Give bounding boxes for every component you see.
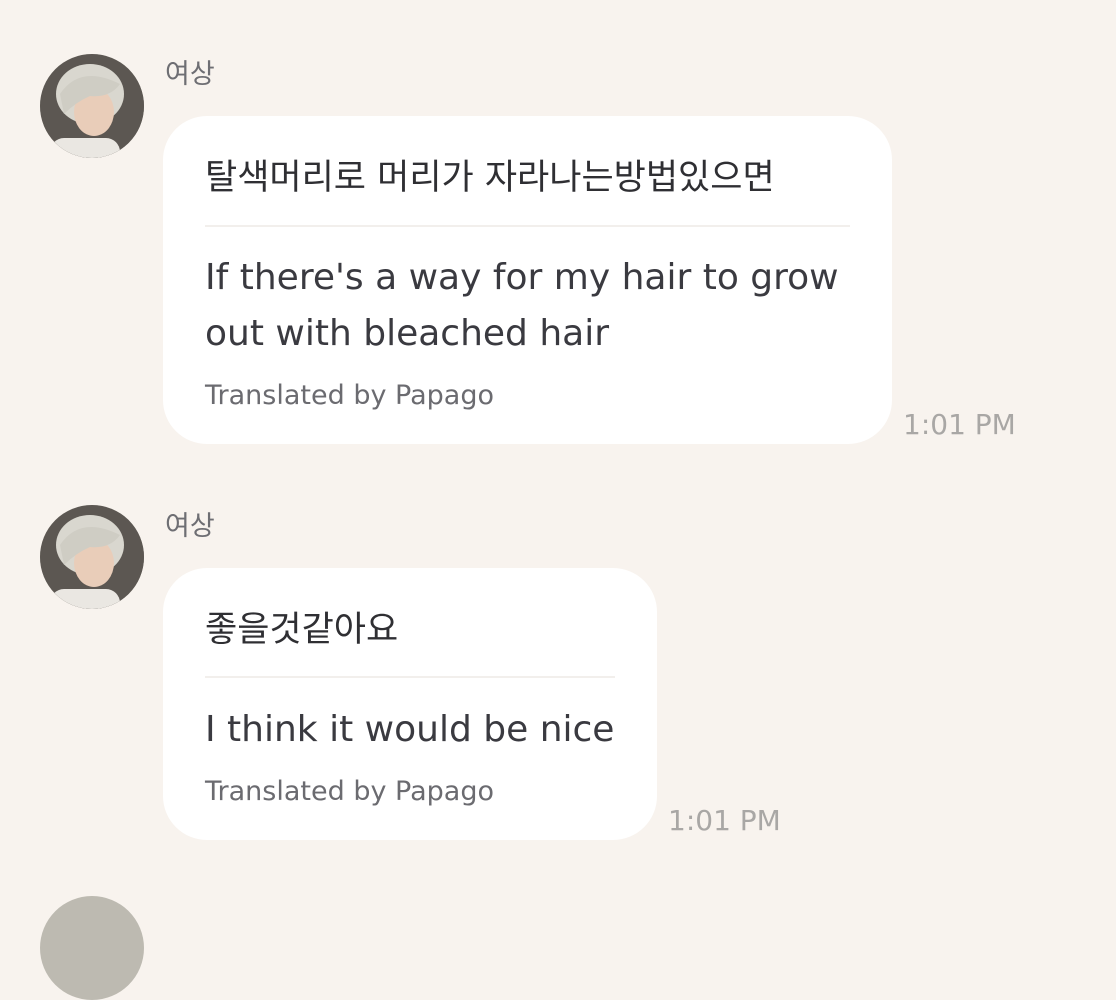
avatar[interactable] [40,505,144,609]
translation-credit: Translated by Papago [205,380,494,411]
original-text: 탈색머리로 머리가 자라나는방법있으면 [205,158,775,198]
message-bubble[interactable]: 탈색머리로 머리가 자라나는방법있으면 If there's a way for… [163,116,892,444]
sender-name: 여상 [165,59,215,90]
original-text: 좋을것같아요 [205,610,399,650]
profile-photo-icon [40,54,144,158]
divider [205,676,615,678]
sender-name: 여상 [165,511,215,542]
message-timestamp: 1:01 PM [668,804,781,837]
avatar[interactable] [40,896,144,1000]
translation-credit: Translated by Papago [205,776,494,807]
profile-photo-icon [40,505,144,609]
message-timestamp: 1:01 PM [903,408,1016,441]
message-bubble[interactable]: 좋을것같아요 I think it would be nice Translat… [163,568,657,840]
avatar[interactable] [40,54,144,158]
translated-text: If there's a way for my hair to grow out… [205,257,839,354]
divider [205,225,850,227]
translated-text: I think it would be nice [205,709,615,750]
